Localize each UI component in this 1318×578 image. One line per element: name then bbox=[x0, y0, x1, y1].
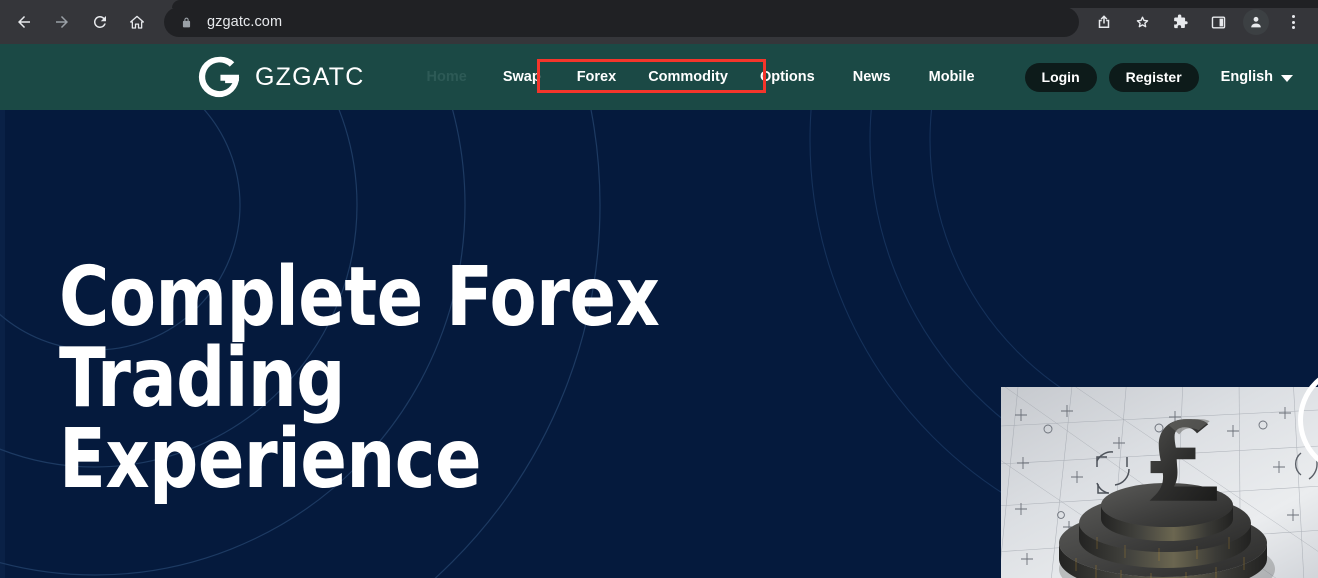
address-bar-url[interactable]: gzgatc.com bbox=[207, 14, 282, 30]
nav-item-news[interactable]: News bbox=[853, 69, 891, 85]
address-bar[interactable]: gzgatc.com bbox=[164, 7, 1079, 37]
brand-name: GZGATC bbox=[255, 62, 365, 91]
account-avatar-icon[interactable] bbox=[1243, 9, 1269, 35]
nav-item-home[interactable]: Home bbox=[427, 69, 467, 85]
forward-icon[interactable] bbox=[47, 7, 77, 37]
main-navigation: Home Swap Forex Commodity Options News M… bbox=[427, 69, 975, 85]
nav-item-commodity[interactable]: Commodity bbox=[648, 69, 728, 85]
active-tab-bleed bbox=[172, 0, 1318, 8]
nav-item-forex[interactable]: Forex bbox=[577, 69, 617, 85]
puzzle-piece-icon[interactable] bbox=[1166, 8, 1194, 36]
hero-section: Complete Forex Trading Experience bbox=[0, 110, 1318, 578]
forex-pound-coins-image bbox=[1001, 387, 1318, 578]
browser-toolbar: gzgatc.com bbox=[0, 0, 1318, 44]
nav-item-options[interactable]: Options bbox=[760, 69, 815, 85]
home-icon[interactable] bbox=[122, 7, 152, 37]
three-dot-menu-icon[interactable] bbox=[1279, 8, 1307, 36]
site-header: GZGATC Home Swap Forex Commodity Options… bbox=[0, 44, 1318, 110]
star-icon[interactable] bbox=[1128, 8, 1156, 36]
hero-media-stack: GLOBAL GLOBAL FINE GOLD 999.9 999.9 bbox=[1001, 387, 1318, 578]
lock-icon bbox=[180, 15, 193, 30]
browser-actions bbox=[1085, 8, 1315, 36]
register-button[interactable]: Register bbox=[1108, 62, 1199, 92]
gzgatc-g-logo-icon bbox=[198, 56, 240, 98]
side-panel-icon[interactable] bbox=[1204, 8, 1232, 36]
nav-item-mobile[interactable]: Mobile bbox=[929, 69, 975, 85]
back-icon[interactable] bbox=[9, 7, 39, 37]
nav-item-swap[interactable]: Swap bbox=[503, 69, 541, 85]
brand-logo-group[interactable]: GZGATC bbox=[196, 54, 365, 100]
chevron-down-icon bbox=[1281, 74, 1294, 82]
share-icon[interactable] bbox=[1090, 8, 1118, 36]
language-label: English bbox=[1220, 69, 1274, 85]
auth-actions: Login Register English bbox=[1024, 62, 1294, 92]
hero-heading: Complete Forex Trading Experience bbox=[59, 250, 660, 508]
login-button[interactable]: Login bbox=[1024, 62, 1097, 92]
language-selector[interactable]: English bbox=[1220, 69, 1294, 85]
reload-icon[interactable] bbox=[85, 7, 115, 37]
